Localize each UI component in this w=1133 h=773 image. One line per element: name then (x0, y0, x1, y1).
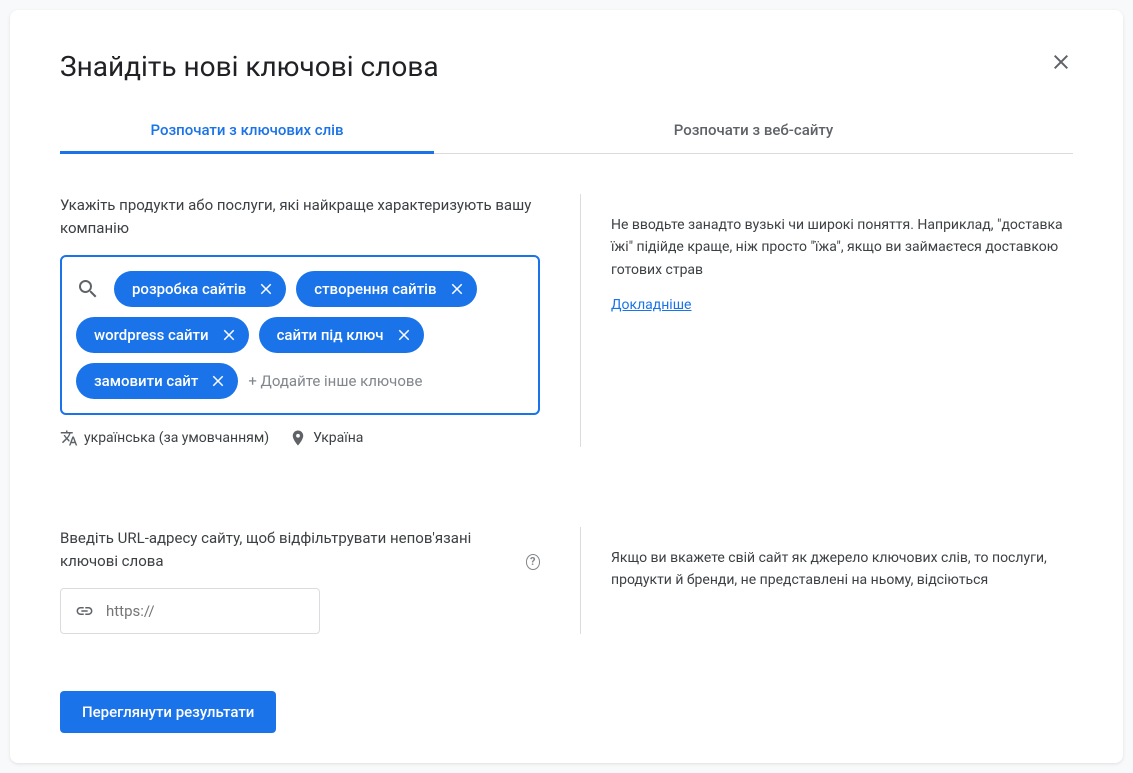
location-icon (289, 429, 307, 447)
close-icon (395, 326, 413, 344)
location-setting[interactable]: Україна (289, 429, 363, 447)
url-label-text: Введіть URL-адресу сайту, щоб відфільтру… (60, 527, 520, 572)
chip-label: створення сайтів (314, 280, 436, 298)
learn-more-link[interactable]: Докладніше (611, 297, 691, 313)
chip-label: wordpress сайти (94, 326, 209, 344)
keywords-label: Укажіть продукти або послуги, які найкра… (60, 194, 540, 239)
close-icon (1049, 50, 1073, 74)
url-left: Введіть URL-адресу сайту, щоб відфільтру… (60, 527, 540, 634)
translate-icon (60, 429, 78, 447)
keywords-help: Не вводьте занадто вузькі чи широкі поня… (580, 194, 1073, 447)
link-icon (75, 601, 94, 621)
location-label: Україна (313, 430, 363, 446)
chip-label: розробка сайтів (132, 280, 246, 298)
keyword-chip[interactable]: створення сайтів (296, 271, 476, 307)
close-icon (220, 326, 238, 344)
close-icon (448, 280, 466, 298)
url-help: Якщо ви вкажете свій сайт як джерело клю… (580, 527, 1073, 634)
close-icon (209, 372, 227, 390)
chip-remove-button[interactable] (394, 325, 414, 345)
chip-label: сайти під ключ (277, 326, 384, 344)
chip-remove-button[interactable] (219, 325, 239, 345)
keywords-left: Укажіть продукти або послуги, які найкра… (60, 194, 540, 447)
search-icon (76, 277, 100, 301)
url-help-text: Якщо ви вкажете свій сайт як джерело клю… (611, 547, 1073, 592)
help-icon[interactable]: ? (526, 554, 540, 570)
keyword-chip[interactable]: замовити сайт (76, 363, 238, 399)
tabs: Розпочати з ключових слів Розпочати з ве… (60, 107, 1073, 154)
close-icon (257, 280, 275, 298)
url-row: Введіть URL-адресу сайту, щоб відфільтру… (60, 527, 1073, 634)
keyword-chip[interactable]: сайти під ключ (259, 317, 424, 353)
keyword-chip[interactable]: wordpress сайти (76, 317, 249, 353)
dialog-title: Знайдіть нові ключові слова (60, 50, 1073, 83)
chip-label: замовити сайт (94, 372, 198, 390)
keyword-planner-dialog: Знайдіть нові ключові слова Розпочати з … (10, 10, 1123, 763)
keyword-chip[interactable]: розробка сайтів (114, 271, 286, 307)
language-setting[interactable]: українська (за умовчанням) (60, 429, 269, 447)
add-keyword-placeholder[interactable]: + Додайте інше ключове (248, 364, 422, 398)
keywords-row: Укажіть продукти або послуги, які найкра… (60, 194, 1073, 447)
tab-keywords[interactable]: Розпочати з ключових слів (60, 107, 434, 153)
keywords-help-text: Не вводьте занадто вузькі чи широкі поня… (611, 214, 1073, 281)
url-input[interactable] (106, 602, 305, 620)
chip-remove-button[interactable] (256, 279, 276, 299)
language-label: українська (за умовчанням) (84, 430, 269, 446)
close-button[interactable] (1049, 50, 1073, 74)
view-results-button[interactable]: Переглянути результати (60, 691, 276, 733)
tab-website[interactable]: Розпочати з веб-сайту (434, 107, 1073, 153)
url-input-wrapper[interactable] (60, 588, 320, 634)
url-label: Введіть URL-адресу сайту, щоб відфільтру… (60, 527, 540, 572)
keyword-input-box[interactable]: розробка сайтів створення сайтів wordpre… (60, 255, 540, 415)
targeting-settings: українська (за умовчанням) Україна (60, 429, 540, 447)
chip-remove-button[interactable] (447, 279, 467, 299)
chip-remove-button[interactable] (208, 371, 228, 391)
